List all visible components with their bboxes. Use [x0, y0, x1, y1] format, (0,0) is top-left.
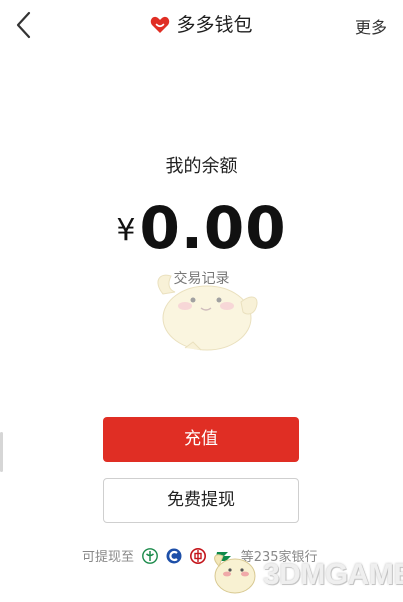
page-title: 多多钱包 — [0, 12, 403, 38]
more-button[interactable]: 更多 — [355, 14, 387, 38]
balance-label: 我的余额 — [165, 156, 238, 177]
ccb-bank-icon — [166, 548, 182, 563]
withdraw-button[interactable]: 免费提现 — [103, 478, 299, 523]
banks-prefix: 可提现至 — [82, 550, 135, 565]
recharge-button[interactable]: 充值 — [103, 417, 299, 462]
watermark-text: 3DMGAME — [263, 558, 403, 591]
currency-symbol: ¥ — [116, 213, 136, 248]
watermark-mascot-icon — [214, 554, 256, 594]
transaction-records-link[interactable]: 交易记录 — [0, 268, 403, 288]
header: 多多钱包 更多 — [0, 0, 403, 50]
balance-value: 0.00 — [139, 194, 287, 262]
abc-bank-icon — [142, 547, 159, 564]
heart-icon — [151, 16, 170, 33]
balance-amount: ¥0.00 — [0, 194, 403, 262]
edge-handle — [0, 432, 3, 472]
page-title-text: 多多钱包 — [176, 14, 253, 36]
watermark: 3DMGAME — [205, 548, 403, 598]
